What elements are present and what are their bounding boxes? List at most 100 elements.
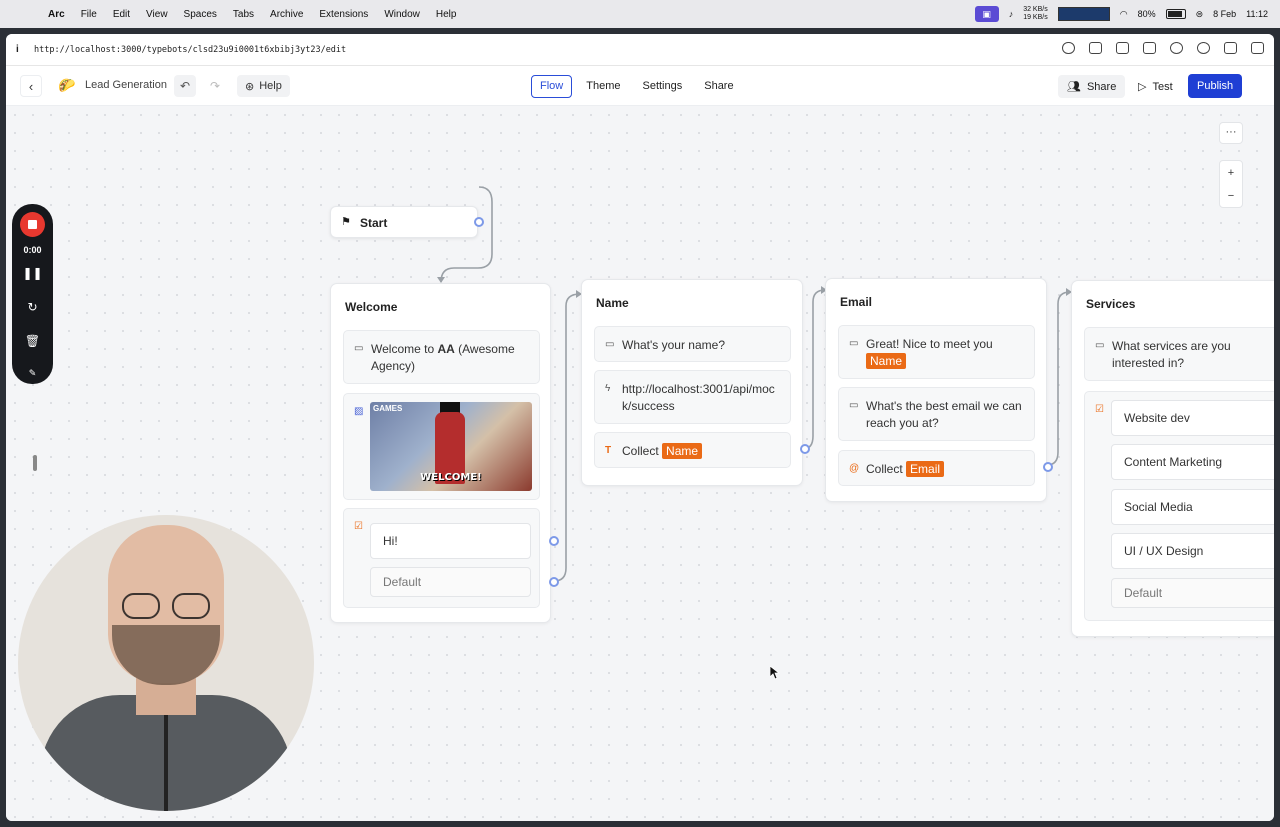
- battery-icon[interactable]: [1165, 9, 1186, 19]
- help-label: Help: [259, 80, 282, 92]
- camera-icon[interactable]: [1116, 42, 1129, 54]
- terminal-icon[interactable]: [1143, 42, 1156, 54]
- net-down: 19 KB/s: [1023, 14, 1048, 21]
- menu-app-name[interactable]: Arc: [40, 9, 73, 20]
- group-title[interactable]: Name: [596, 296, 629, 310]
- url-text[interactable]: http://localhost:3000/typebots/clsd23u9i…: [34, 45, 346, 55]
- text-bubble-block[interactable]: ▭ Welcome to AA (Awesome Agency): [343, 330, 540, 384]
- info-icon[interactable]: i: [16, 44, 34, 55]
- control-center-icon[interactable]: ⊜: [1196, 9, 1204, 20]
- bot-name[interactable]: Lead Generation: [85, 79, 167, 91]
- webcam-zipper: [164, 705, 168, 811]
- redo-icon: ↷: [209, 79, 221, 93]
- sidebar-icon[interactable]: [1251, 42, 1264, 54]
- image-icon: ▨: [354, 406, 364, 417]
- crosshair-icon[interactable]: [1197, 42, 1210, 54]
- globe-icon[interactable]: [1170, 42, 1183, 54]
- draw-tool-icon[interactable]: ✎: [12, 368, 53, 379]
- text-bubble-block[interactable]: ▭ Great! Nice to meet you Name: [838, 325, 1035, 379]
- email-output-port[interactable]: [1043, 462, 1053, 472]
- users-icon: 👥︎: [1067, 81, 1081, 93]
- stop-recording-button[interactable]: [20, 212, 45, 237]
- tab-settings[interactable]: Settings: [634, 75, 690, 98]
- buttons-input-block[interactable]: ☑ Website dev Content Marketing Social M…: [1084, 391, 1274, 621]
- buttons-input-block[interactable]: ☑ Hi! Default: [343, 508, 540, 608]
- screen-record-status-icon[interactable]: ▣: [974, 6, 999, 22]
- webcam-glasses: [118, 593, 214, 619]
- tab-theme[interactable]: Theme: [578, 75, 628, 98]
- block-text: What's your name?: [622, 338, 726, 352]
- group-title[interactable]: Email: [840, 295, 872, 309]
- button-item[interactable]: Website dev: [1111, 400, 1274, 436]
- side-drag-handle[interactable]: [33, 455, 37, 471]
- help-button[interactable]: ⊛ Help: [237, 75, 290, 97]
- default-button-item[interactable]: Default: [1111, 578, 1274, 608]
- checkbox-icon: ☑: [354, 521, 363, 532]
- menu-edit[interactable]: Edit: [105, 9, 138, 20]
- tab-share[interactable]: Share: [696, 75, 741, 98]
- chat-bubble-icon: ▭: [1095, 340, 1105, 351]
- cpu-graph[interactable]: [1057, 7, 1110, 21]
- start-output-port[interactable]: [474, 217, 484, 227]
- tab-flow[interactable]: Flow: [531, 75, 573, 98]
- group-title[interactable]: Services: [1086, 297, 1135, 311]
- webhook-url: http://localhost:3001/api/mock/success: [622, 382, 775, 413]
- button-item[interactable]: UI / UX Design: [1111, 533, 1274, 569]
- menu-view[interactable]: View: [138, 9, 176, 20]
- button-item[interactable]: Social Media: [1111, 489, 1274, 525]
- menubar-time[interactable]: 11:12: [1246, 9, 1268, 19]
- variable-chip: Name: [866, 353, 907, 369]
- menu-archive[interactable]: Archive: [262, 9, 311, 20]
- group-services[interactable]: Services ▭ What services are you interes…: [1071, 280, 1274, 637]
- publish-button[interactable]: Publish: [1188, 74, 1243, 98]
- default-button-item[interactable]: Default: [370, 567, 531, 597]
- image-bubble-block[interactable]: ▨ GAMES WELCOME!: [343, 393, 540, 500]
- undo-button[interactable]: ↶: [174, 75, 196, 97]
- start-node[interactable]: ⚑ Start: [330, 206, 484, 238]
- text-bubble-block[interactable]: ▭ What's the best email we can reach you…: [838, 387, 1035, 441]
- menu-extensions[interactable]: Extensions: [311, 9, 376, 20]
- menu-tabs[interactable]: Tabs: [225, 9, 262, 20]
- capture-icon[interactable]: [1089, 42, 1102, 54]
- webcam-lens: [122, 593, 160, 619]
- welcome-text-bold: AA: [437, 342, 455, 356]
- text-bubble-block[interactable]: ▭ What's your name?: [594, 326, 791, 362]
- block-text: What services are you interested in?: [1112, 339, 1231, 370]
- pause-button[interactable]: ❚❚: [12, 266, 53, 280]
- delete-recording-button[interactable]: 🗑︎: [12, 334, 53, 348]
- webcam-beard: [112, 625, 220, 685]
- url-bar[interactable]: i http://localhost:3000/typebots/clsd23u…: [6, 34, 1274, 66]
- battery-percent: 80%: [1137, 9, 1156, 19]
- email-input-block[interactable]: @ Collect Email: [838, 450, 1035, 486]
- group-name[interactable]: Name ▭ What's your name? ϟ http://localh…: [581, 279, 810, 486]
- button-item[interactable]: Content Marketing: [1111, 444, 1274, 480]
- bot-emoji-icon[interactable]: 🌮: [58, 77, 75, 94]
- button-item[interactable]: Hi!: [370, 523, 531, 559]
- menu-spaces[interactable]: Spaces: [176, 9, 225, 20]
- menu-file[interactable]: File: [73, 9, 105, 20]
- webhook-block[interactable]: ϟ http://localhost:3001/api/mock/success: [594, 370, 791, 424]
- editor-tabs: Flow Theme Settings Share: [531, 75, 742, 98]
- text-input-block[interactable]: T Collect Name: [594, 432, 791, 468]
- music-icon[interactable]: ♪: [1009, 9, 1014, 19]
- default-output-port[interactable]: [549, 577, 559, 587]
- text-bubble-block[interactable]: ▭ What services are you interested in?: [1084, 327, 1274, 381]
- chat-bubble-icon: ▭: [354, 343, 364, 354]
- button-output-port[interactable]: [549, 536, 559, 546]
- menu-window[interactable]: Window: [376, 9, 428, 20]
- group-title[interactable]: Welcome: [345, 300, 397, 314]
- undo-icon: ↶: [179, 79, 191, 93]
- wifi-icon[interactable]: ◠: [1120, 9, 1128, 20]
- test-button[interactable]: ▷ Test: [1130, 75, 1181, 98]
- redo-button[interactable]: ↷: [204, 75, 226, 97]
- share-button[interactable]: 👥︎ Share: [1058, 75, 1126, 98]
- menu-help[interactable]: Help: [428, 9, 465, 20]
- back-button[interactable]: ‹: [20, 75, 42, 97]
- code-icon[interactable]: [1224, 42, 1237, 54]
- link-icon[interactable]: [1062, 42, 1075, 54]
- name-output-port[interactable]: [800, 444, 810, 454]
- group-welcome[interactable]: Welcome ▭ Welcome to AA (Awesome Agency)…: [330, 283, 559, 623]
- gif-corner-text: GAMES: [373, 404, 403, 413]
- restart-button[interactable]: ↻: [12, 300, 53, 314]
- group-email[interactable]: Email ▭ Great! Nice to meet you Name ▭ W…: [825, 278, 1053, 502]
